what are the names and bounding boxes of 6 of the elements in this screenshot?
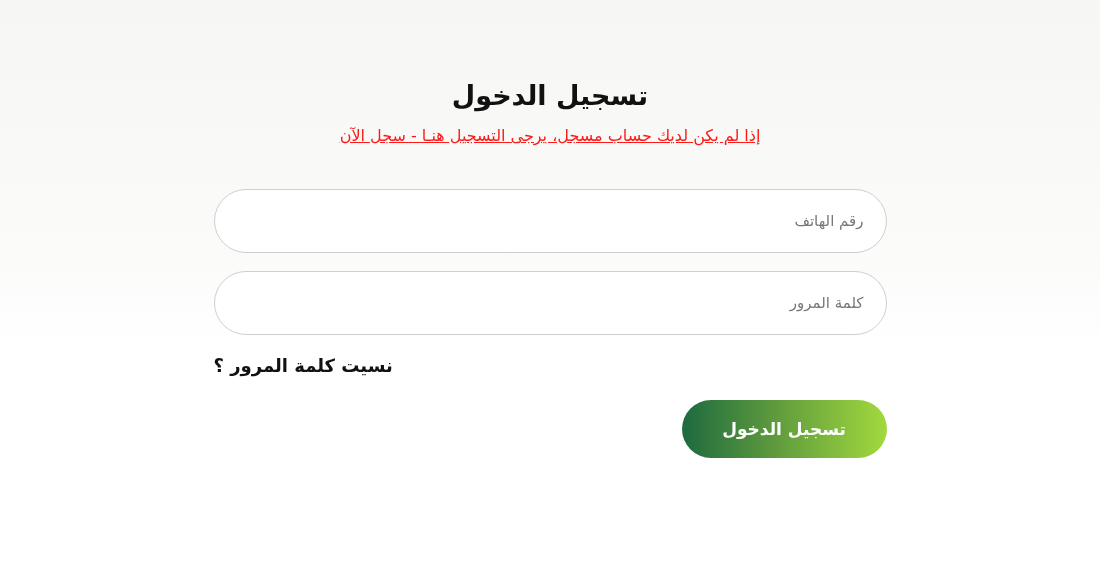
password-field[interactable]: كلمة المرور [213,271,887,335]
forgot-password-link[interactable]: نسيت كلمة المرور ؟ [213,355,393,376]
register-link[interactable]: إذا لم يكن لديك حساب مسجل، يرجى التسجيل هنـا - سجل الآن [339,126,761,145]
page-title: تسجيل الدخول [451,79,649,114]
login-button[interactable]: تسجيل الدخول [681,400,887,458]
phone-field[interactable]: رقم الهاتف [213,189,887,253]
